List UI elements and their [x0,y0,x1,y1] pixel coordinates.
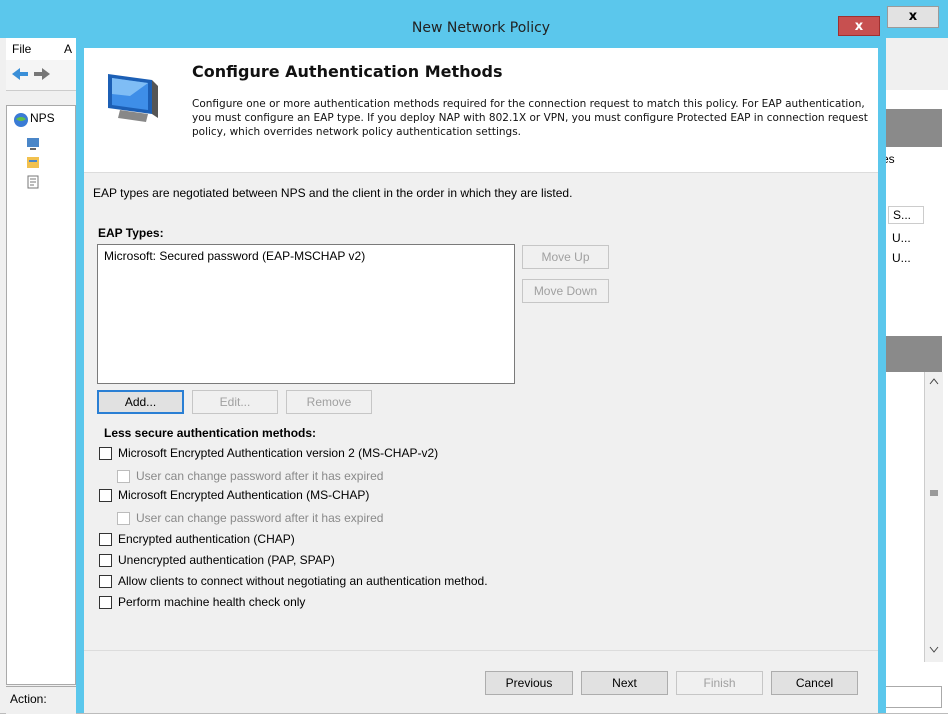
health-check-only-checkbox[interactable] [99,596,112,609]
chap-label[interactable]: Encrypted authentication (CHAP) [118,532,295,546]
background-list-item[interactable]: U... [892,251,911,265]
mschap-change-password-checkbox[interactable] [117,512,130,525]
chevron-down-icon[interactable] [928,644,940,654]
background-right-header-2 [880,336,942,372]
mschapv2-label[interactable]: Microsoft Encrypted Authentication versi… [118,446,438,460]
add-button[interactable]: Add... [97,390,184,414]
background-scrollbar[interactable] [924,372,943,662]
menu-file[interactable]: File [12,42,31,56]
previous-button[interactable]: Previous [485,671,573,695]
back-forward-arrows-icon[interactable] [6,60,76,90]
clients-icon [27,138,39,150]
background-toolbar [6,60,76,91]
mschap-change-password-label[interactable]: User can change password after it has ex… [136,511,383,525]
monitor-icon [108,74,158,122]
page-title: Configure Authentication Methods [192,62,503,81]
page-description: Configure one or more authentication met… [192,98,868,138]
background-tree-pane [6,105,76,685]
pap-spap-label[interactable]: Unencrypted authentication (PAP, SPAP) [118,553,335,567]
tree-item-nps[interactable]: NPS [30,111,55,125]
health-check-only-label[interactable]: Perform machine health check only [118,595,305,609]
eap-types-list[interactable] [97,244,515,384]
background-right-status [880,686,942,708]
no-auth-method-checkbox[interactable] [99,575,112,588]
next-button[interactable]: Next [581,671,668,695]
chap-checkbox[interactable] [99,533,112,546]
dialog-close-button[interactable]: x [838,16,880,36]
less-secure-label: Less secure authentication methods: [104,426,317,440]
background-column-header[interactable]: S... [888,206,924,224]
background-close-button[interactable]: x [887,6,939,28]
no-auth-method-label[interactable]: Allow clients to connect without negotia… [118,574,488,588]
eap-info-text: EAP types are negotiated between NPS and… [93,186,573,200]
move-down-button[interactable]: Move Down [522,279,609,303]
finish-button[interactable]: Finish [676,671,763,695]
nps-globe-icon [14,113,28,127]
mschapv2-change-password-checkbox[interactable] [117,470,130,483]
dialog-title: New Network Policy [411,20,551,36]
edit-button[interactable]: Edit... [192,390,278,414]
cancel-button[interactable]: Cancel [771,671,858,695]
background-list-item[interactable]: U... [892,231,911,245]
background-right-header [880,109,942,147]
chevron-up-icon[interactable] [928,376,940,386]
accounting-icon [27,175,39,189]
mschapv2-checkbox[interactable] [99,447,112,460]
action-pane-label: Action: [10,692,47,706]
scroll-grip-icon [930,490,938,496]
eap-types-label: EAP Types: [98,226,164,240]
mschap-label[interactable]: Microsoft Encrypted Authentication (MS-C… [118,488,369,502]
footer-divider [84,650,878,651]
mschap-checkbox[interactable] [99,489,112,502]
pap-spap-checkbox[interactable] [99,554,112,567]
move-up-button[interactable]: Move Up [522,245,609,269]
list-item[interactable]: Microsoft: Secured password (EAP-MSCHAP … [104,249,365,263]
policies-icon [27,157,39,168]
menu-action[interactable]: A [64,42,72,56]
mschapv2-change-password-label[interactable]: User can change password after it has ex… [136,469,383,483]
remove-button[interactable]: Remove [286,390,372,414]
